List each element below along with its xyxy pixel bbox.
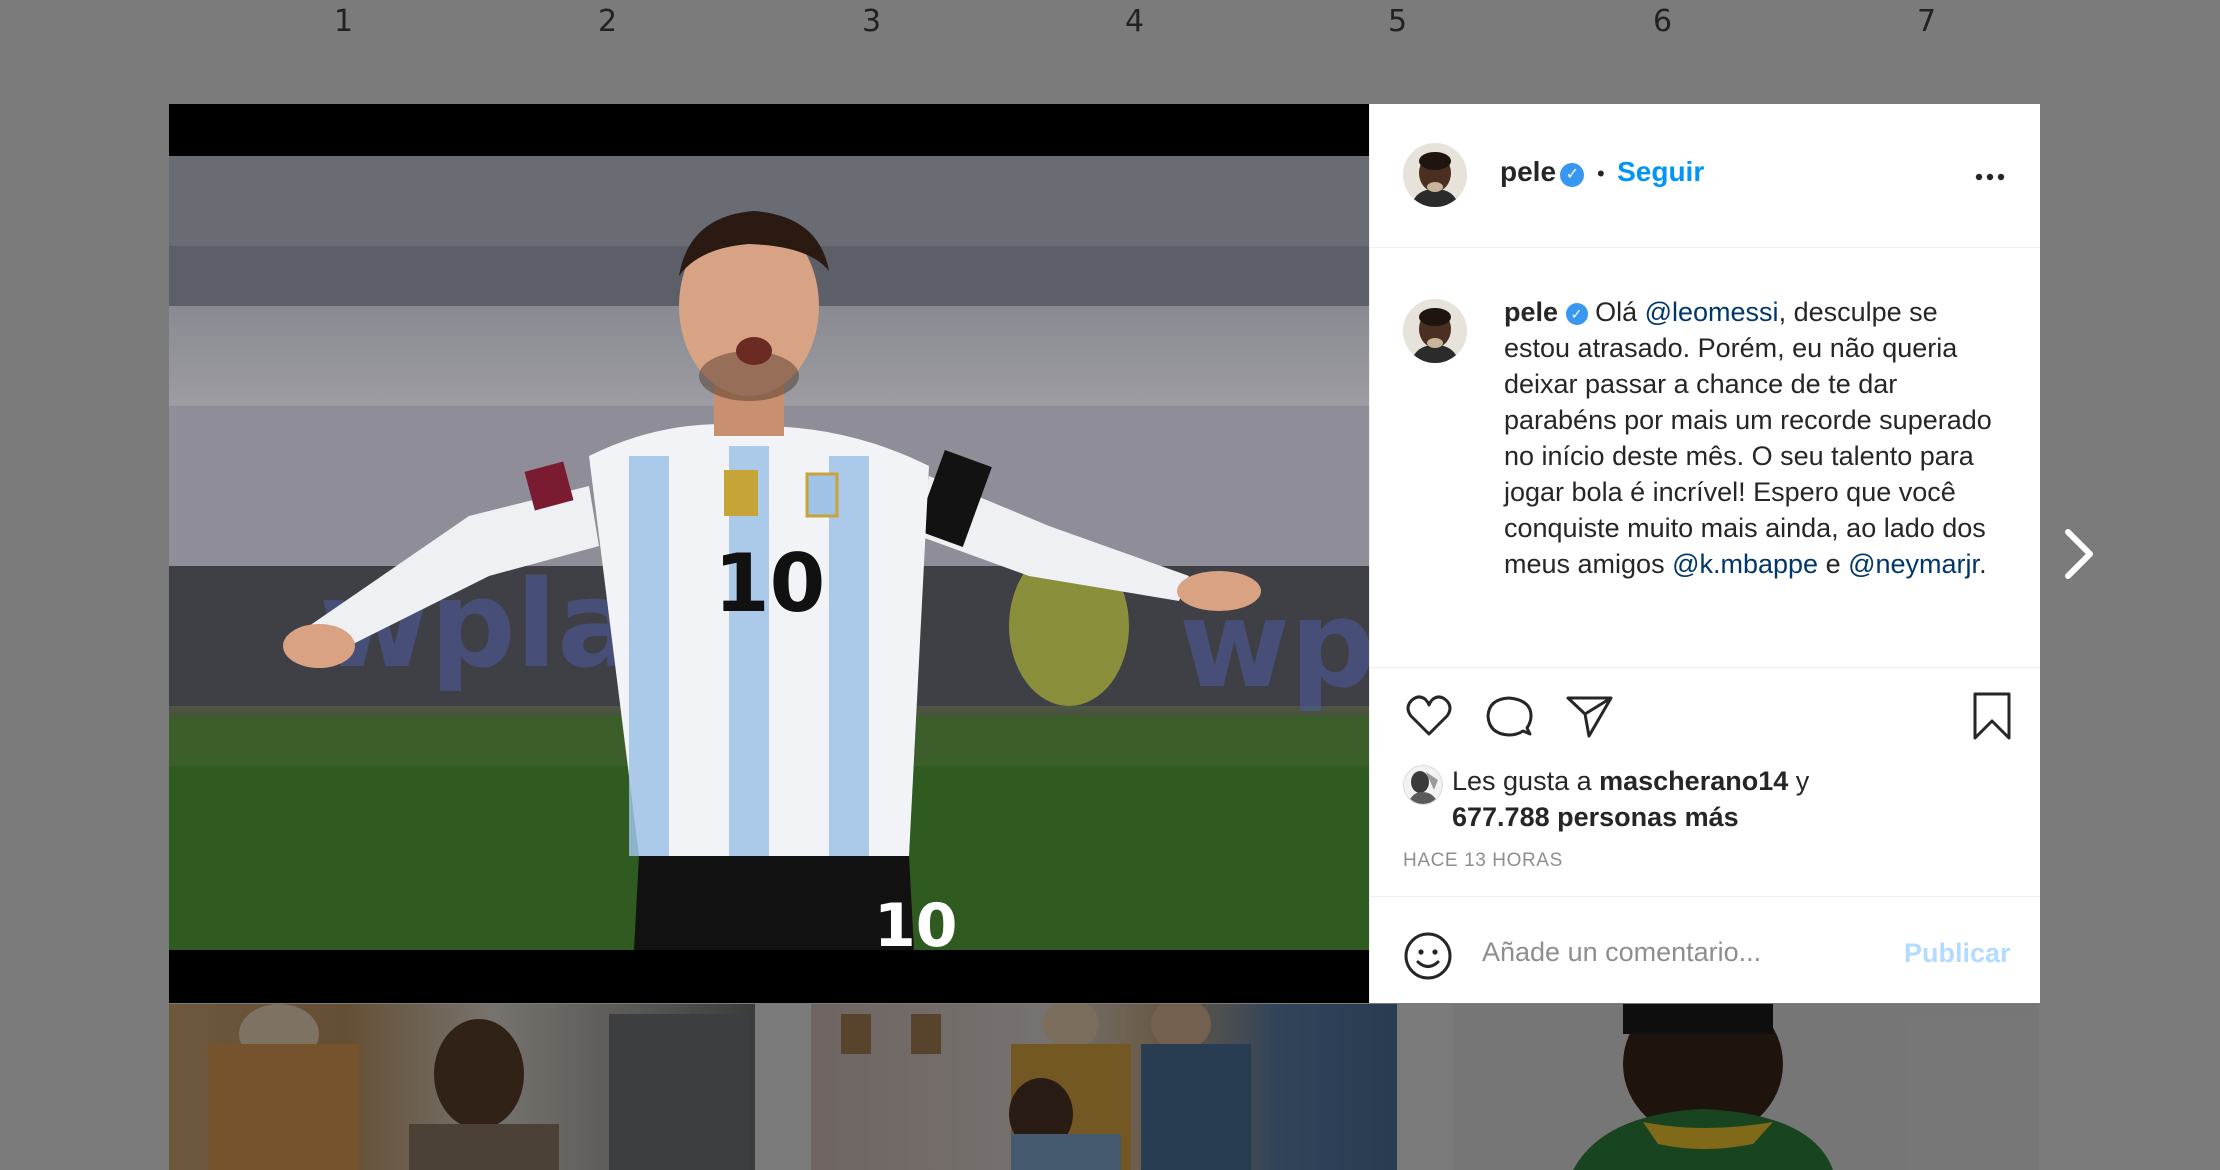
emoji-icon[interactable] [1403, 931, 1453, 981]
bookmark-icon[interactable] [1966, 690, 2018, 742]
ruler-number: 1 [334, 4, 354, 39]
ruler-number: 4 [1125, 4, 1145, 39]
more-options-icon[interactable] [1970, 162, 2010, 192]
ruler-number: 7 [1917, 4, 1937, 39]
caption-username[interactable]: pele [1504, 297, 1558, 327]
mention-link[interactable]: @neymarjr [1848, 549, 1979, 579]
caption-text: Olá [1595, 297, 1638, 327]
grid-post-thumbnail[interactable] [811, 1004, 1397, 1170]
comment-bar: Publicar [1370, 896, 2040, 1005]
comment-icon[interactable] [1483, 690, 1535, 742]
likes-summary: Les gusta a mascherano14 y 677.788 perso… [1452, 763, 1809, 835]
ruler-number: 6 [1653, 4, 1673, 39]
follow-button[interactable]: Seguir [1617, 156, 1704, 188]
post-photo[interactable]: wpla wp 10 10 [169, 104, 1369, 1003]
caption-text: . [1979, 549, 1987, 579]
mascherano-avatar-icon [1404, 766, 1442, 804]
grid-post-thumbnail[interactable] [1453, 1004, 2039, 1170]
pele-avatar-icon [1403, 299, 1467, 363]
pele-avatar-icon [1403, 143, 1467, 207]
liker-username[interactable]: mascherano14 [1599, 766, 1788, 796]
likes-count[interactable]: 677.788 personas más [1452, 802, 1739, 832]
post-timestamp[interactable]: HACE 13 HORAS [1403, 850, 1563, 872]
column-ruler: 1 2 3 4 5 6 7 [0, 0, 2220, 44]
publish-button[interactable]: Publicar [1898, 937, 2017, 970]
post-header: pele ✓ • Seguir [1370, 104, 2040, 248]
post-actions: Les gusta a mascherano14 y 677.788 perso… [1370, 667, 2040, 1004]
ruler-number: 3 [862, 4, 882, 39]
svg-text:10: 10 [714, 537, 825, 630]
next-post-arrow-icon[interactable] [2058, 526, 2100, 582]
messi-celebration-image: wpla wp 10 10 [169, 156, 1369, 950]
mention-link[interactable]: @k.mbappe [1672, 549, 1818, 579]
mention-link[interactable]: @leomessi [1645, 297, 1779, 327]
likes-prefix: Les gusta a [1452, 766, 1592, 796]
grid-post-thumbnail[interactable] [169, 1004, 755, 1170]
liker-avatar[interactable] [1403, 765, 1443, 805]
avatar[interactable] [1403, 143, 1467, 207]
caption-text: , desculpe se estou atrasado. Porém, eu … [1504, 297, 1992, 579]
verified-badge-icon: ✓ [1560, 163, 1585, 187]
heart-icon[interactable] [1403, 690, 1455, 742]
avatar[interactable] [1403, 299, 1467, 363]
caption-text: e [1818, 549, 1849, 579]
ruler-number: 2 [598, 4, 618, 39]
likes-joiner: y [1795, 766, 1810, 796]
post-caption: pele ✓ Olá @leomessi, desculpe se estou … [1504, 294, 2004, 582]
post-detail-panel: pele ✓ • Seguir pele ✓ Olá @leomessi, de… [1369, 104, 2040, 1003]
share-icon[interactable] [1563, 690, 1615, 742]
svg-text:10: 10 [874, 891, 958, 950]
post-username[interactable]: pele [1500, 156, 1556, 187]
comment-input[interactable] [1480, 927, 1884, 977]
ruler-number: 5 [1388, 4, 1408, 39]
header-separator: • [1596, 161, 1605, 186]
verified-badge-icon: ✓ [1565, 303, 1588, 325]
